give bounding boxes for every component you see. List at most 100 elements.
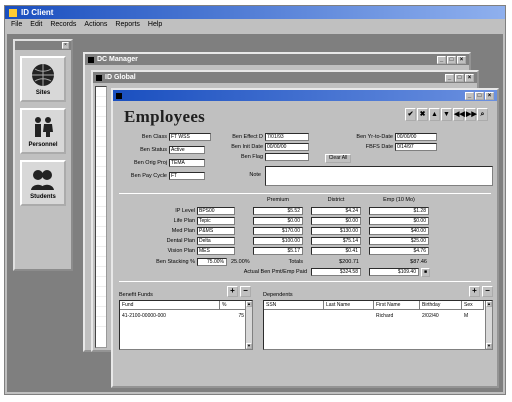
close-button[interactable]: ×: [457, 55, 466, 64]
fund-cell[interactable]: 41-2100-00000-000: [120, 313, 220, 319]
birthday-cell[interactable]: 2/02/40: [420, 313, 462, 319]
first-name-cell[interactable]: Richard: [374, 313, 420, 319]
dependents-title: Dependents: [263, 292, 293, 298]
ben-effect-date-field[interactable]: 7/01/93: [265, 133, 309, 141]
ben-init-date-label: Ben Init Date: [231, 144, 263, 150]
ben-effect-date-label: Ben Effect D: [232, 134, 263, 140]
menu-edit[interactable]: Edit: [30, 21, 42, 30]
ben-init-date-field[interactable]: 00/00/00: [265, 143, 309, 151]
record-list[interactable]: [95, 86, 107, 348]
remove-fund-button[interactable]: −: [240, 286, 251, 297]
percent-cell[interactable]: 75: [220, 313, 244, 319]
plan-code-field[interactable]: BPS00: [197, 207, 235, 215]
find-button[interactable]: ⌕: [477, 108, 488, 121]
window-titlebar[interactable]: DC Manager _ □ ×: [85, 54, 469, 65]
menu-help[interactable]: Help: [148, 21, 162, 30]
sidebar-item-students[interactable]: Students: [20, 160, 66, 206]
save-button[interactable]: ✔: [405, 108, 416, 121]
clear-all-button[interactable]: Clear All: [325, 154, 351, 163]
divider: [119, 281, 491, 282]
ben-stacking-field[interactable]: 75.00%: [197, 258, 227, 266]
window-icon: [88, 56, 94, 63]
mdi-workspace: × Sites Personnel Students DC Manager _ …: [7, 34, 503, 392]
dependents-scrollbar[interactable]: ▲ ▼: [485, 301, 492, 349]
ssn-column-header: SSN: [264, 301, 324, 310]
close-button[interactable]: ×: [485, 91, 494, 100]
window-icon: [116, 92, 122, 99]
plan-code-field[interactable]: Delta: [197, 237, 235, 245]
plan-label: Dental Plan: [166, 238, 195, 244]
plan-code-field[interactable]: Tepic: [197, 217, 235, 225]
add-dependent-button[interactable]: +: [469, 286, 480, 297]
page-title: Employees: [124, 107, 206, 126]
actual-paid-value: $324.58: [311, 268, 361, 276]
cancel-button[interactable]: ✖: [417, 108, 428, 121]
close-button[interactable]: ×: [465, 73, 474, 82]
app-window: ID Client File Edit Records Actions Repo…: [4, 5, 506, 395]
maximize-button[interactable]: □: [447, 55, 456, 64]
plan-label: Vision Plan: [167, 248, 195, 254]
next-record-button[interactable]: ▼: [441, 108, 452, 121]
plan-label: Med Plan: [171, 228, 195, 234]
ben-ytd-label: Ben Yr-to-Date: [356, 134, 393, 140]
ben-pay-cycle-field[interactable]: FT: [169, 172, 205, 180]
plan-code-field[interactable]: MES: [197, 247, 235, 255]
menu-file[interactable]: File: [11, 21, 22, 30]
sex-cell[interactable]: M: [462, 313, 484, 319]
maximize-button[interactable]: □: [455, 73, 464, 82]
emp-cell: $25.00: [369, 237, 429, 245]
maximize-button[interactable]: □: [475, 91, 484, 100]
ben-orig-proj-field[interactable]: TEMA: [169, 159, 205, 167]
menu-records[interactable]: Records: [50, 21, 76, 30]
funds-scrollbar[interactable]: ▲ ▼: [245, 301, 252, 349]
totals-label: Totals: [288, 259, 303, 265]
sidebar-item-sites[interactable]: Sites: [20, 56, 66, 102]
ben-status-label: Ben Status: [140, 147, 167, 153]
app-icon: [9, 8, 17, 17]
totals-emp: $87.46: [410, 259, 427, 265]
menu-bar: File Edit Records Actions Reports Help: [5, 19, 505, 32]
window-titlebar[interactable]: _ □ ×: [113, 90, 497, 101]
ben-flag-field[interactable]: [265, 153, 309, 161]
district-cell: $0.00: [311, 217, 361, 225]
emp-cell: $40.00: [369, 227, 429, 235]
window-titlebar[interactable]: ID Global _ □ ×: [93, 72, 477, 83]
ben-orig-proj-label: Ben Orig Proj: [133, 160, 167, 166]
module-sidebar: × Sites Personnel Students: [13, 39, 73, 271]
form-header: Employees ✔ ✖ ▲ ▼ ◀◀ ▶▶ ⌕: [118, 104, 492, 126]
ben-flag-label: Ben Flag: [240, 154, 263, 160]
fbfs-date-label: FBFS Date: [365, 144, 393, 150]
calculate-button[interactable]: ■: [421, 268, 430, 277]
district-cell: $0.41: [311, 247, 361, 255]
menu-actions[interactable]: Actions: [84, 21, 107, 30]
previous-record-button[interactable]: ▲: [429, 108, 440, 121]
sidebar-close-button[interactable]: ×: [62, 42, 69, 49]
add-fund-button[interactable]: +: [227, 286, 238, 297]
notes-label: Note: [249, 172, 261, 178]
plan-label: Life Plan: [173, 218, 195, 224]
plan-label: IP Level: [175, 208, 195, 214]
district-cell: $4.24: [311, 207, 361, 215]
first-record-button[interactable]: ◀◀: [453, 108, 465, 121]
dependents-table[interactable]: SSN Last Name First Name Birthday Sex Ri…: [263, 300, 493, 350]
sidebar-item-personnel[interactable]: Personnel: [20, 108, 66, 154]
sidebar-item-label: Students: [30, 194, 56, 200]
fbfs-date-field[interactable]: 0/14/97: [395, 143, 437, 151]
premium-cell: $100.00: [253, 237, 303, 245]
minimize-button[interactable]: _: [465, 91, 474, 100]
minimize-button[interactable]: _: [445, 73, 454, 82]
ben-ytd-field[interactable]: 00/00/00: [395, 133, 437, 141]
record-toolbar: ✔ ✖ ▲ ▼ ◀◀ ▶▶ ⌕: [405, 108, 488, 121]
district-cell: $75.14: [311, 237, 361, 245]
minimize-button[interactable]: _: [437, 55, 446, 64]
plan-code-field[interactable]: P&MS: [197, 227, 235, 235]
remove-dependent-button[interactable]: −: [482, 286, 493, 297]
benefit-funds-table[interactable]: Fund % 41-2100-00000-000 75 ▲ ▼: [119, 300, 253, 350]
ben-class-field[interactable]: FT WSS: [169, 133, 211, 141]
people-icon: [35, 117, 53, 137]
ben-status-field[interactable]: Active: [169, 146, 205, 154]
last-record-button[interactable]: ▶▶: [465, 108, 477, 121]
premium-cell: $5.52: [253, 207, 303, 215]
menu-reports[interactable]: Reports: [115, 21, 140, 30]
notes-field[interactable]: [265, 166, 493, 186]
